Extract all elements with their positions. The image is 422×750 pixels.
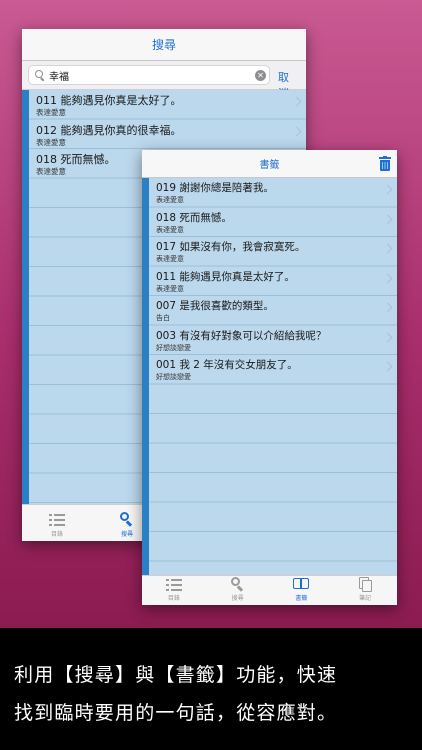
tab-search[interactable]: 搜尋 xyxy=(206,576,270,605)
bookmark-navbar: 書籤 xyxy=(142,150,397,178)
search-tabbar: 目錄 搜尋 xyxy=(22,504,162,541)
list-item[interactable]: 018 死而無憾。 表達愛意 xyxy=(149,208,397,238)
bookmark-list: 019 謝謝你總是陪著我。 表達愛意 018 死而無憾。 表達愛意 017 如果… xyxy=(142,178,397,575)
item-category: 好想談戀愛 xyxy=(156,373,191,381)
bookmark-page-title: 書籤 xyxy=(259,160,280,171)
search-icon xyxy=(229,576,247,592)
book-icon xyxy=(292,576,310,591)
tab-notes[interactable]: 筆記 xyxy=(333,576,397,605)
item-title: 018 死而無憾。 xyxy=(156,211,232,224)
item-category: 表達愛意 xyxy=(156,225,184,234)
search-page-title: 搜尋 xyxy=(151,38,176,52)
list-item[interactable]: 011 能夠遇見你真是太好了。 表達愛意 xyxy=(29,90,306,120)
list-item[interactable]: 007 是我很喜歡的類型。 告白 xyxy=(149,296,397,326)
tab-label: 目錄 xyxy=(167,595,180,602)
tab-contents[interactable]: 目錄 xyxy=(142,576,206,605)
search-navbar: 搜尋 xyxy=(22,29,306,61)
tab-contents[interactable]: 目錄 xyxy=(22,505,92,541)
list-icon xyxy=(48,511,66,527)
item-category: 表達愛意 xyxy=(36,137,66,147)
item-title: 012 能夠遇見你真的很幸福。 xyxy=(36,123,182,137)
tab-label: 書籤 xyxy=(295,595,308,602)
tab-label: 目錄 xyxy=(50,531,63,538)
promo-caption: 利用【搜尋】與【書籤】功能，快速 找到臨時要用的一句話，從容應對。 xyxy=(0,628,422,750)
list-item[interactable]: 011 能夠遇見你真是太好了。 表達愛意 xyxy=(149,267,397,297)
search-input[interactable] xyxy=(49,68,249,83)
caption-line-2: 找到臨時要用的一句話，從容應對。 xyxy=(14,702,338,724)
item-category: 表達愛意 xyxy=(36,108,66,117)
list-item[interactable]: 017 如果沒有你，我會寂寞死。 表達愛意 xyxy=(149,237,397,267)
list-item[interactable]: 001 我 2 年沒有交女朋友了。 好想談戀愛 xyxy=(149,355,397,385)
item-category: 表達愛意 xyxy=(156,255,184,263)
item-title: 007 是我很喜歡的類型。 xyxy=(156,300,274,312)
item-title: 011 能夠遇見你真是太好了。 xyxy=(156,270,295,283)
list-item[interactable]: 003 有沒有好對象可以介紹給我呢？ 好想談戀愛 xyxy=(149,326,397,356)
item-category: 表達愛意 xyxy=(156,284,184,293)
bookmark-tabbar: 目錄 搜尋 書籤 筆記 xyxy=(142,575,397,605)
trash-icon[interactable] xyxy=(379,155,391,171)
tab-label: 筆記 xyxy=(359,595,372,602)
list-icon xyxy=(165,576,183,591)
bookmark-screen: 書籤 019 謝謝你總是陪著我。 表達愛意 018 死而無憾。 表達愛意 017… xyxy=(142,150,397,605)
item-category: 告白 xyxy=(156,314,170,322)
item-title: 011 能夠遇見你真是太好了。 xyxy=(36,94,182,107)
item-category: 好想談戀愛 xyxy=(156,343,191,352)
search-icon xyxy=(118,511,136,527)
list-item[interactable]: 019 謝謝你總是陪著我。 表達愛意 xyxy=(149,178,397,208)
list-item[interactable]: 012 能夠遇見你真的很幸福。 表達愛意 xyxy=(29,120,306,150)
search-field-wrapper: ✕ 取消 xyxy=(28,65,292,100)
tab-bookmarks[interactable]: 書籤 xyxy=(270,576,334,605)
item-title: 019 謝謝你總是陪著我。 xyxy=(156,182,274,194)
note-icon xyxy=(356,576,374,592)
item-title: 003 有沒有好對象可以介紹給我呢？ xyxy=(156,329,327,342)
item-category: 表達愛意 xyxy=(156,196,184,204)
search-icon xyxy=(35,70,47,82)
search-bar: ✕ 取消 xyxy=(22,61,306,100)
tab-label: 搜尋 xyxy=(120,531,133,538)
search-box[interactable]: ✕ xyxy=(28,65,270,85)
tab-label: 搜尋 xyxy=(231,595,244,602)
item-title: 017 如果沒有你，我會寂寞死。 xyxy=(156,241,306,253)
item-title: 001 我 2 年沒有交女朋友了。 xyxy=(156,359,298,371)
caption-line-1: 利用【搜尋】與【書籤】功能，快速 xyxy=(14,664,338,686)
clear-icon[interactable]: ✕ xyxy=(255,70,266,81)
